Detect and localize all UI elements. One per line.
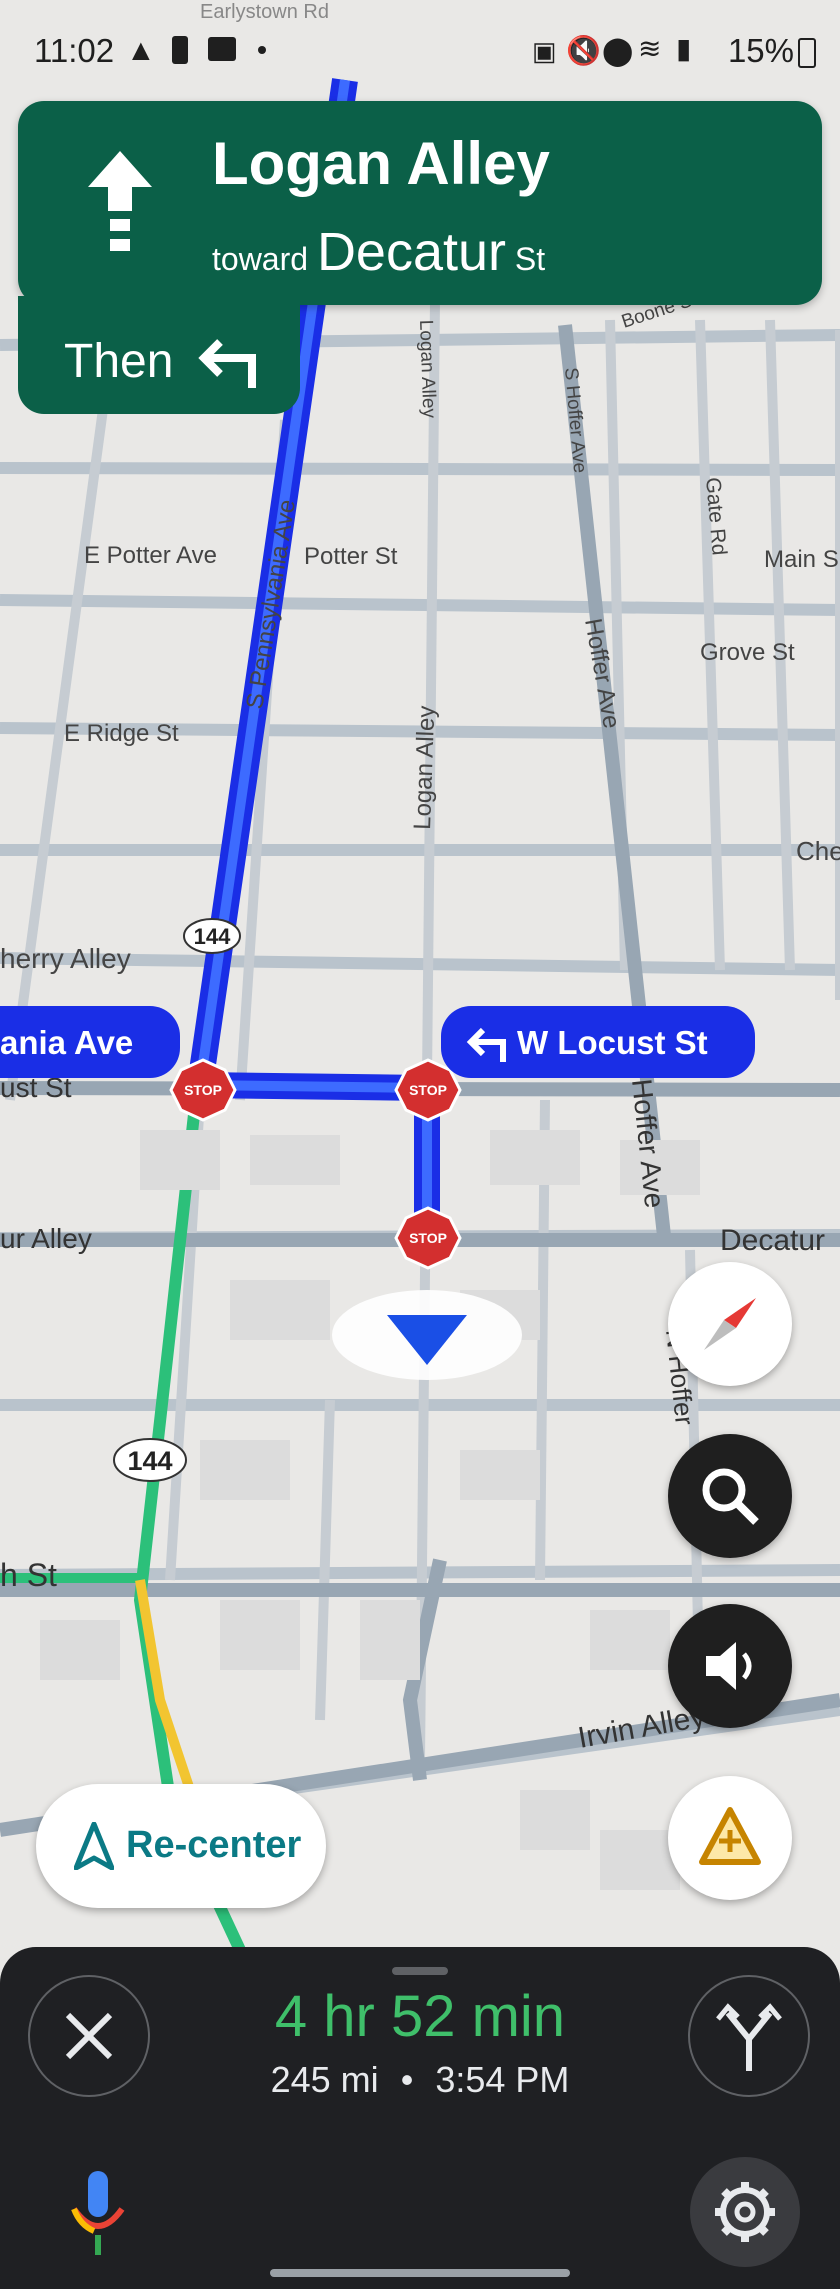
toward-prefix: toward [212,241,309,277]
alternate-routes-button[interactable] [688,1975,810,2097]
alternate-routes-icon [716,2003,782,2071]
status-bar: 11:02 ▲ ▣ 🔇 ⬤ ≋ ▮ 15% [0,0,840,96]
straight-arrow-icon [88,151,152,251]
trip-summary-sheet[interactable]: 4 hr 52 min 245 mi • 3:54 PM [0,1947,840,2289]
svg-text:144: 144 [194,924,231,949]
map-label: Main S [764,546,839,573]
stop-sign: STOP [394,1206,462,1270]
drag-handle[interactable] [392,1967,448,1975]
home-indicator[interactable] [270,2269,570,2277]
map-label: E Potter Ave [84,542,217,569]
trip-separator: • [400,2059,414,2100]
settings-button[interactable] [690,2157,800,2267]
sound-button[interactable] [668,1604,792,1728]
svg-text:STOP: STOP [184,1082,222,1098]
then-banner[interactable]: Then [18,296,300,414]
sim-icon [172,36,188,64]
nfc-icon: ▣ [532,36,557,66]
svg-text:144: 144 [127,1446,172,1476]
wifi-icon: ≋ [638,33,662,64]
map-label: E Ridge St [64,720,179,747]
mute-icon: 🔇 [566,35,601,66]
map-label: h St [0,1557,57,1593]
map-label: Potter St [304,543,398,570]
image-icon [208,37,236,61]
current-maneuver-street: Logan Alley [212,130,550,197]
dot-icon [258,46,266,54]
route-shield: 144 [183,918,241,954]
signal-icon: ▮ [676,33,692,64]
navigation-status-icon: ▲ [126,34,156,67]
turn-left-icon [466,1027,506,1062]
next-turn-label: W Locust St [441,1006,755,1078]
toward-line: toward Decatur St [212,221,545,283]
search-icon [702,1468,759,1525]
report-incident-icon [699,1807,761,1865]
battery-level: 15% [727,32,794,69]
compass-icon [704,1298,756,1350]
current-road-label: ania Ave [0,1006,180,1078]
recenter-label: Re-center [126,1824,302,1866]
status-time: 11:02 [34,32,115,69]
battery-icon [798,38,816,68]
map-label: Logan Alley [409,705,440,830]
navigation-arrow-icon [74,1822,114,1870]
map-label: Grove St [700,639,795,666]
trip-distance: 245 mi [270,2059,379,2100]
stop-sign: STOP [169,1058,237,1122]
direction-banner[interactable]: Logan Alley toward Decatur St [18,101,822,305]
route-shield: 144 [113,1438,187,1482]
toward-street: Decatur [316,222,507,282]
map-label: Decatur [720,1224,825,1257]
microphone-icon[interactable] [66,2169,130,2259]
location-icon: ⬤ [602,35,634,66]
svg-text:STOP: STOP [409,1082,447,1098]
recenter-button[interactable]: Re-center [36,1784,326,1908]
volume-icon [706,1642,752,1690]
search-button[interactable] [668,1434,792,1558]
compass-button[interactable] [668,1262,792,1386]
map-label: herry Alley [0,943,131,974]
current-location-marker [332,1290,522,1380]
gear-icon [715,2182,775,2242]
map-label: ur Alley [0,1223,92,1254]
turn-left-icon [198,339,256,388]
toward-suffix: St [514,241,546,277]
report-incident-button[interactable] [668,1776,792,1900]
svg-text:STOP: STOP [409,1230,447,1246]
then-label: Then [64,335,174,388]
arrival-time: 3:54 PM [435,2059,570,2100]
map-label: Logan Alley [415,319,439,418]
map-label: Che [796,836,840,866]
